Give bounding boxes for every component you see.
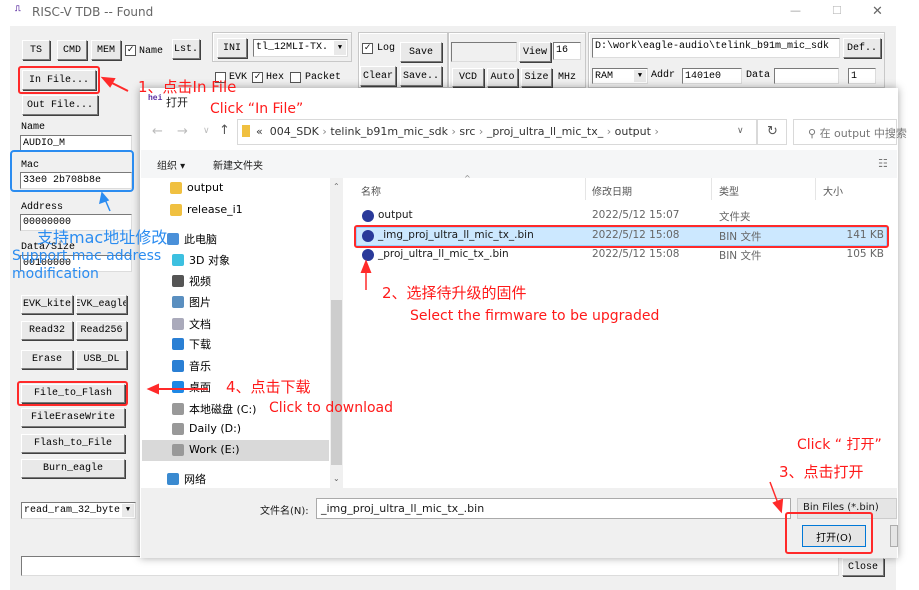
arrow-head	[98, 191, 110, 205]
mac-cn: 支持mac地址修改	[37, 228, 168, 247]
arrow-head	[100, 76, 116, 88]
arrow-head	[146, 383, 159, 395]
step2-cn: 2、选择待升级的固件	[382, 284, 527, 302]
step4-cn: 4、点击下载	[226, 378, 311, 396]
step2-en: Select the firmware to be upgraded	[410, 308, 660, 324]
arrow-head	[772, 498, 784, 514]
step3-en: Click “ 打开”	[797, 437, 882, 453]
step1-en: Click “In File”	[210, 101, 304, 117]
step4-en: Click to download	[269, 400, 394, 416]
step1-cn: 1、点击In File	[138, 78, 237, 96]
mac-en: Support mac address modification	[12, 248, 162, 282]
step3-cn: 3、点击打开	[779, 463, 864, 481]
arrow-head	[360, 259, 372, 273]
